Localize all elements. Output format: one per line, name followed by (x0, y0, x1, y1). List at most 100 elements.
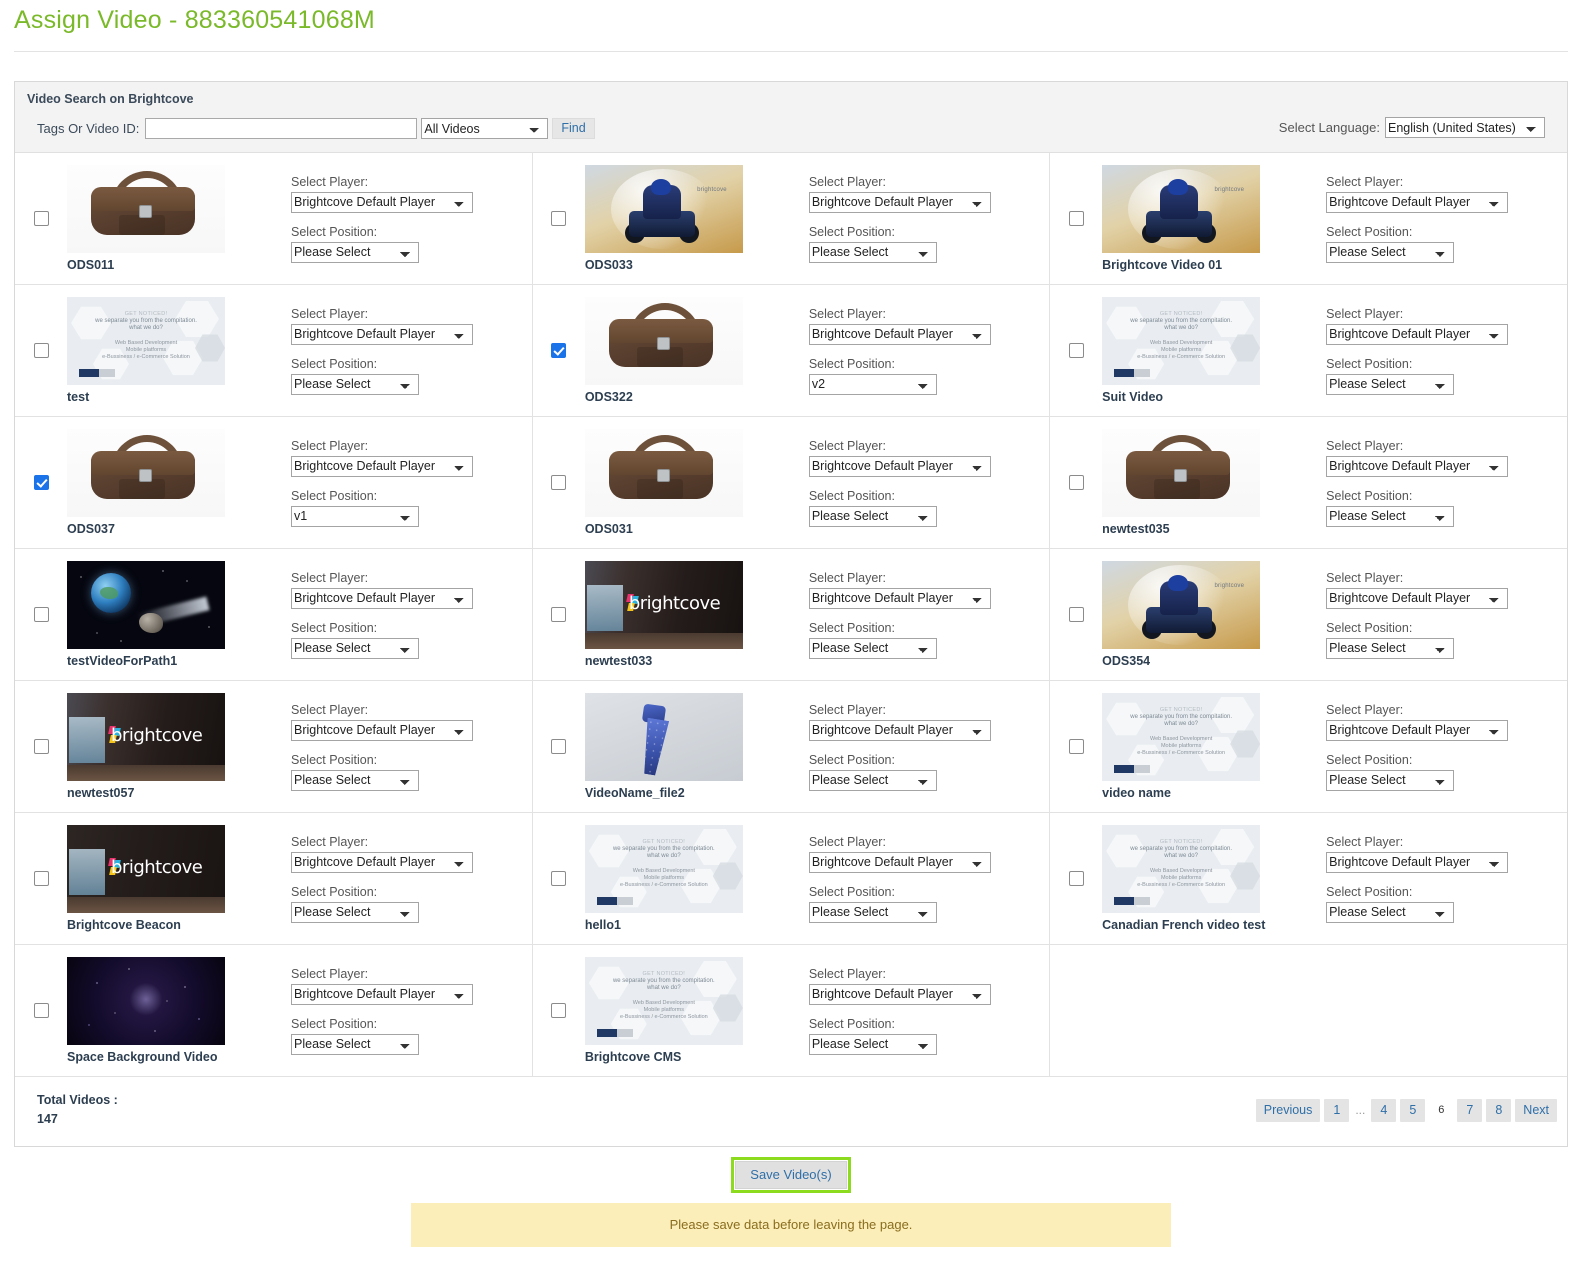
player-select[interactable]: Brightcove Default Player (808, 587, 991, 609)
promo-line-3: Mobile platforms (125, 346, 167, 353)
pagination-page-5[interactable]: 5 (1400, 1098, 1426, 1122)
position-select[interactable]: Please Select (291, 1033, 419, 1055)
video-controls: Select Player: Brightcove Default Player S… (793, 175, 1049, 263)
video-select-checkbox[interactable] (33, 343, 49, 358)
position-select[interactable]: Please Select (808, 1033, 937, 1055)
player-select[interactable]: Brightcove Default Player (1326, 719, 1509, 741)
pagination-page-6: 6 (1438, 1103, 1445, 1116)
position-select[interactable]: v1 (291, 505, 419, 527)
video-select-checkbox[interactable] (33, 871, 49, 886)
position-select[interactable]: Please Select (291, 769, 419, 791)
position-select[interactable]: Please Select (1326, 901, 1455, 923)
position-select[interactable]: Please Select (808, 505, 937, 527)
player-select[interactable]: Brightcove Default Player (291, 851, 473, 873)
select-player-label: Select Player: (808, 438, 886, 453)
video-select-checkbox[interactable] (551, 607, 567, 622)
player-select[interactable]: Brightcove Default Player (291, 719, 473, 741)
video-controls: Select Player: Brightcove Default Player S… (275, 835, 532, 923)
video-thumbnail-col: GET NOTICED! we separate you from the com… (1102, 297, 1310, 404)
position-select[interactable]: Please Select (808, 769, 937, 791)
promo-line-1: we separate you from the compitation. (1130, 317, 1233, 324)
position-select[interactable]: Please Select (808, 901, 937, 923)
position-select[interactable]: Please Select (1326, 769, 1455, 791)
find-button[interactable]: Find (552, 118, 595, 139)
video-name: Space Background Video (67, 1050, 218, 1064)
video-select-checkbox[interactable] (1068, 739, 1084, 754)
panel-header: Video Search on Brightcove Tags Or Video… (15, 82, 1567, 153)
position-select[interactable]: Please Select (291, 373, 419, 395)
position-select[interactable]: Please Select (1326, 505, 1455, 527)
save-videos-button[interactable]: Save Video(s) (735, 1160, 847, 1189)
office-floor-shape (584, 633, 743, 649)
player-select[interactable]: Brightcove Default Player (1326, 587, 1509, 609)
video-controls: Select Player: Brightcove Default Player S… (1310, 703, 1567, 791)
position-select[interactable]: Please Select (1326, 241, 1455, 263)
video-select-checkbox[interactable] (33, 739, 49, 754)
pagination-previous[interactable]: Previous (1255, 1098, 1321, 1122)
video-grid-row: GET NOTICED! we separate you from the com… (15, 284, 1567, 417)
player-select[interactable]: Brightcove Default Player (291, 983, 473, 1005)
player-select[interactable]: Brightcove Default Player (808, 455, 991, 477)
player-select[interactable]: Brightcove Default Player (1326, 323, 1509, 345)
player-select[interactable]: Brightcove Default Player (1326, 851, 1509, 873)
pagination-page-8[interactable]: 8 (1486, 1098, 1512, 1122)
promo-bar-shape (1114, 765, 1151, 773)
player-select[interactable]: Brightcove Default Player (1326, 191, 1509, 213)
promo-line-0: GET NOTICED! (1159, 707, 1203, 713)
search-scope-select[interactable]: All Videos (421, 118, 549, 139)
position-select[interactable]: Please Select (1326, 637, 1455, 659)
video-select-checkbox[interactable] (33, 607, 49, 622)
player-select[interactable]: Brightcove Default Player (291, 191, 473, 213)
player-select[interactable]: Brightcove Default Player (291, 455, 473, 477)
video-select-checkbox[interactable] (551, 871, 567, 886)
video-thumbnail-col: brightcove Brightcove Video 01 (1102, 165, 1310, 272)
video-select-checkbox[interactable] (1068, 871, 1084, 886)
video-select-checkbox[interactable] (551, 475, 567, 490)
pagination-page-7[interactable]: 7 (1457, 1098, 1483, 1122)
brightcove-wordmark: brightcove (111, 857, 203, 878)
position-select[interactable]: Please Select (808, 637, 937, 659)
video-controls: Select Player: Brightcove Default Player S… (275, 439, 532, 527)
position-select[interactable]: Please Select (291, 241, 419, 263)
video-controls: Select Player: Brightcove Default Player S… (1310, 571, 1567, 659)
position-select[interactable]: v2 (808, 373, 937, 395)
video-name: Brightcove Video 01 (1102, 258, 1223, 272)
video-grid-row: brightcove newtest057 Select Player: Bright… (15, 680, 1567, 813)
video-select-checkbox[interactable] (33, 211, 49, 226)
video-select-checkbox[interactable] (1068, 475, 1084, 490)
video-select-checkbox[interactable] (551, 739, 567, 754)
atv-helmet-shape (650, 179, 671, 195)
promo-line-3: Mobile platforms (1160, 874, 1202, 881)
position-select[interactable]: Please Select (1326, 373, 1455, 395)
video-select-checkbox[interactable] (33, 475, 49, 490)
video-select-checkbox[interactable] (551, 343, 567, 358)
player-select[interactable]: Brightcove Default Player (291, 587, 473, 609)
player-select[interactable]: Brightcove Default Player (808, 719, 991, 741)
video-thumbnail-col: brightcove ODS033 (584, 165, 793, 272)
position-select[interactable]: Please Select (808, 241, 937, 263)
select-player-label: Select Player: (291, 306, 369, 321)
position-select[interactable]: Please Select (291, 901, 419, 923)
player-select[interactable]: Brightcove Default Player (808, 983, 991, 1005)
player-select[interactable]: Brightcove Default Player (808, 191, 991, 213)
video-thumbnail-bag (584, 429, 743, 517)
video-select-checkbox[interactable] (551, 211, 567, 226)
video-select-checkbox[interactable] (1068, 211, 1084, 226)
pagination-next[interactable]: Next (1515, 1098, 1557, 1122)
player-select[interactable]: Brightcove Default Player (808, 323, 991, 345)
video-select-checkbox[interactable] (551, 1003, 567, 1018)
video-select-checkbox[interactable] (33, 1003, 49, 1018)
video-select-checkbox[interactable] (1068, 343, 1084, 358)
player-select[interactable]: Brightcove Default Player (808, 851, 991, 873)
video-select-checkbox[interactable] (1068, 607, 1084, 622)
player-select[interactable]: Brightcove Default Player (1326, 455, 1509, 477)
player-select[interactable]: Brightcove Default Player (291, 323, 473, 345)
video-controls: Select Player: Brightcove Default Player S… (275, 703, 532, 791)
position-select[interactable]: Please Select (291, 637, 419, 659)
search-input[interactable] (145, 118, 418, 139)
pagination-page-1[interactable]: 1 (1324, 1098, 1350, 1122)
asteroid-shape (139, 613, 163, 633)
pagination-page-4[interactable]: 4 (1371, 1098, 1397, 1122)
language-select[interactable]: English (United States) (1385, 117, 1545, 138)
video-cell: brightcove newtest033 Select Player: Bright… (532, 548, 1051, 681)
